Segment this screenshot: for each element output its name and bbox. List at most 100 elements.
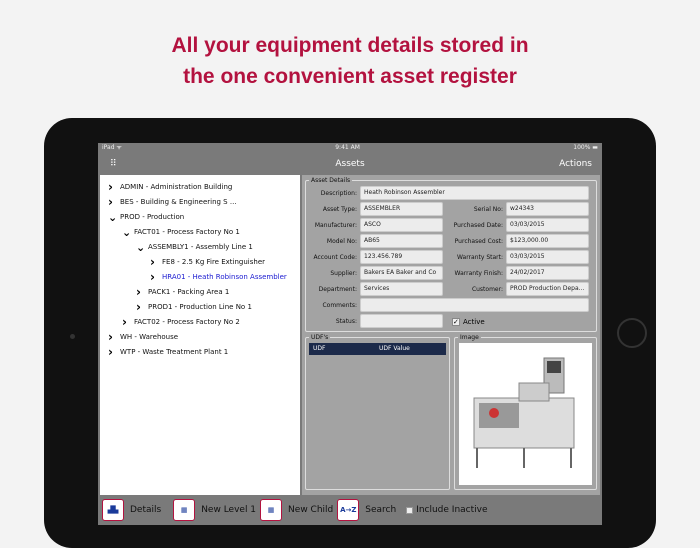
warranty-start-field[interactable]: 03/03/2015 — [506, 250, 589, 264]
udf-value-col-header: UDF Value — [379, 345, 410, 352]
status-label: Status: — [335, 318, 357, 325]
manufacturer-label: Manufacturer: — [314, 222, 357, 229]
purchased-date-label: Purchased Date: — [453, 222, 503, 229]
image-group: Image — [454, 334, 597, 490]
tree-item[interactable]: › PROD1 - Production Line No 1 — [136, 300, 252, 314]
purchased-date-field[interactable]: 03/03/2015 — [506, 218, 589, 232]
active-checkbox[interactable]: ✓ Active — [452, 318, 485, 326]
home-button[interactable] — [617, 318, 647, 348]
chevron-right-icon[interactable]: › — [122, 315, 134, 329]
machine-illustration — [473, 357, 575, 468]
chevron-right-icon[interactable]: › — [150, 270, 162, 284]
department-label: Department: — [318, 286, 357, 293]
asset-details-legend: Asset Details — [311, 177, 351, 184]
details-label: Details — [130, 505, 162, 515]
customer-field[interactable]: PROD Production Depa... — [506, 282, 589, 296]
chevron-down-icon[interactable]: ⌄ — [136, 241, 148, 254]
account-field[interactable]: 123.456.789 — [360, 250, 443, 264]
warranty-finish-field[interactable]: 24/02/2017 — [506, 266, 589, 280]
serial-label: Serial No: — [473, 206, 503, 213]
tree-item[interactable]: › WH - Warehouse — [108, 330, 179, 344]
purchased-cost-field[interactable]: $123,000.00 — [506, 234, 589, 248]
details-icon: ▟▙ — [102, 499, 124, 521]
chevron-right-icon[interactable]: › — [108, 345, 120, 359]
department-field[interactable]: Services — [360, 282, 443, 296]
chevron-down-icon[interactable]: ⌄ — [122, 226, 134, 239]
actions-button[interactable]: Actions — [559, 153, 592, 175]
chevron-right-icon[interactable]: › — [150, 255, 162, 269]
details-button[interactable]: ▟▙ Details — [102, 499, 161, 521]
battery-indicator: 100% ▬ — [573, 144, 598, 151]
tree-item-label: HRA01 - Heath Robinson Assembler — [162, 273, 287, 281]
tree-item-label: PACK1 - Packing Area 1 — [148, 288, 230, 296]
asset-type-field[interactable]: ASSEMBLER — [360, 202, 443, 216]
check-icon: ✓ — [452, 318, 460, 326]
az-search-icon: A→Z — [337, 499, 360, 521]
tree-item-label: WH - Warehouse — [120, 333, 179, 341]
nav-title: Assets — [335, 159, 365, 169]
tree-item[interactable]: › WTP - Waste Treatment Plant 1 — [108, 345, 228, 359]
model-label: Model No: — [326, 238, 357, 245]
new-level1-button[interactable]: ▦ New Level 1 — [173, 499, 256, 521]
bottom-toolbar: ▟▙ Details ▦ New Level 1 ▦ New Child A→Z Sea… — [98, 495, 602, 525]
tree-item-label: ASSEMBLY1 - Assembly Line 1 — [148, 243, 253, 251]
supplier-field[interactable]: Bakers EA Baker and Co — [360, 266, 443, 280]
description-field[interactable]: Heath Robinson Assembler — [360, 186, 589, 200]
headline: All your equipment details stored in the… — [0, 30, 700, 92]
manufacturer-field[interactable]: ASCO — [360, 218, 443, 232]
chevron-right-icon[interactable]: › — [108, 180, 120, 194]
chevron-right-icon[interactable]: › — [136, 300, 148, 314]
customer-label: Customer: — [471, 286, 503, 293]
search-label: Search — [365, 505, 397, 515]
chevron-right-icon[interactable]: › — [108, 195, 120, 209]
description-label: Description: — [320, 190, 357, 197]
tree-item[interactable]: ⌄ FACT01 - Process Factory No 1 — [122, 226, 240, 239]
checkbox-icon — [406, 506, 414, 514]
tree-item[interactable]: ⌄ PROD - Production — [108, 211, 185, 224]
model-field[interactable]: AB65 — [360, 234, 443, 248]
tree-item[interactable]: › PACK1 - Packing Area 1 — [136, 285, 230, 299]
tree-item[interactable]: ⌄ ASSEMBLY1 - Assembly Line 1 — [136, 241, 253, 254]
serial-field[interactable]: w24343 — [506, 202, 589, 216]
tree-item[interactable]: › BES - Building & Engineering S ... — [108, 195, 237, 209]
search-button[interactable]: A→Z Search — [337, 499, 396, 521]
new-level1-label: New Level 1 — [201, 505, 257, 515]
tree-item-label: FACT02 - Process Factory No 2 — [134, 318, 240, 326]
supplier-label: Supplier: — [330, 270, 357, 277]
tree-item-label: PROD1 - Production Line No 1 — [148, 303, 252, 311]
active-label: Active — [463, 318, 485, 326]
camera — [70, 334, 75, 339]
chevron-right-icon[interactable]: › — [108, 330, 120, 344]
tree-item-label: PROD - Production — [120, 213, 185, 221]
headline-line2: the one convenient asset register — [183, 65, 517, 88]
account-label: Account Code: — [313, 254, 357, 261]
status-bar: iPad ᯤ 9:41 AM 100% ▬ — [98, 143, 602, 153]
new-child-button[interactable]: ▦ New Child — [260, 499, 333, 521]
new-level-icon: ▦ — [173, 499, 196, 521]
tree-item[interactable]: › FACT02 - Process Factory No 2 — [122, 315, 240, 329]
tree-item-label: ADMIN - Administration Building — [120, 183, 233, 191]
include-inactive-label: Include Inactive — [416, 505, 488, 515]
asset-image — [459, 343, 592, 485]
tree-item-label: FE8 - 2.5 Kg Fire Extinguisher — [162, 258, 265, 266]
tree-item[interactable]: › FE8 - 2.5 Kg Fire Extinguisher — [150, 255, 265, 269]
purchased-cost-label: Purchased Cost: — [454, 238, 503, 245]
clock: 9:41 AM — [335, 144, 360, 151]
udfs-group: UDF's UDF UDF Value — [305, 334, 450, 490]
asset-type-label: Asset Type: — [322, 206, 357, 213]
device-label: iPad ᯤ — [102, 144, 122, 151]
comments-label: Comments: — [322, 302, 357, 309]
include-inactive-checkbox[interactable]: Include Inactive — [406, 505, 488, 515]
tree-item[interactable]: › HRA01 - Heath Robinson Assembler — [150, 270, 287, 284]
new-child-label: New Child — [288, 505, 334, 515]
chevron-right-icon[interactable]: › — [136, 285, 148, 299]
tree-item[interactable]: › ADMIN - Administration Building — [108, 180, 233, 194]
asset-tree: › ADMIN - Administration Building › BES - B… — [100, 175, 300, 495]
image-legend: Image — [460, 334, 479, 341]
status-field[interactable] — [360, 314, 443, 328]
details-panel: Asset Details Description: Heath Robinson… — [302, 175, 600, 495]
udfs-legend: UDF's — [311, 334, 329, 341]
udf-col-header: UDF — [313, 345, 326, 352]
chevron-down-icon[interactable]: ⌄ — [108, 211, 120, 224]
comments-field[interactable] — [360, 298, 589, 312]
